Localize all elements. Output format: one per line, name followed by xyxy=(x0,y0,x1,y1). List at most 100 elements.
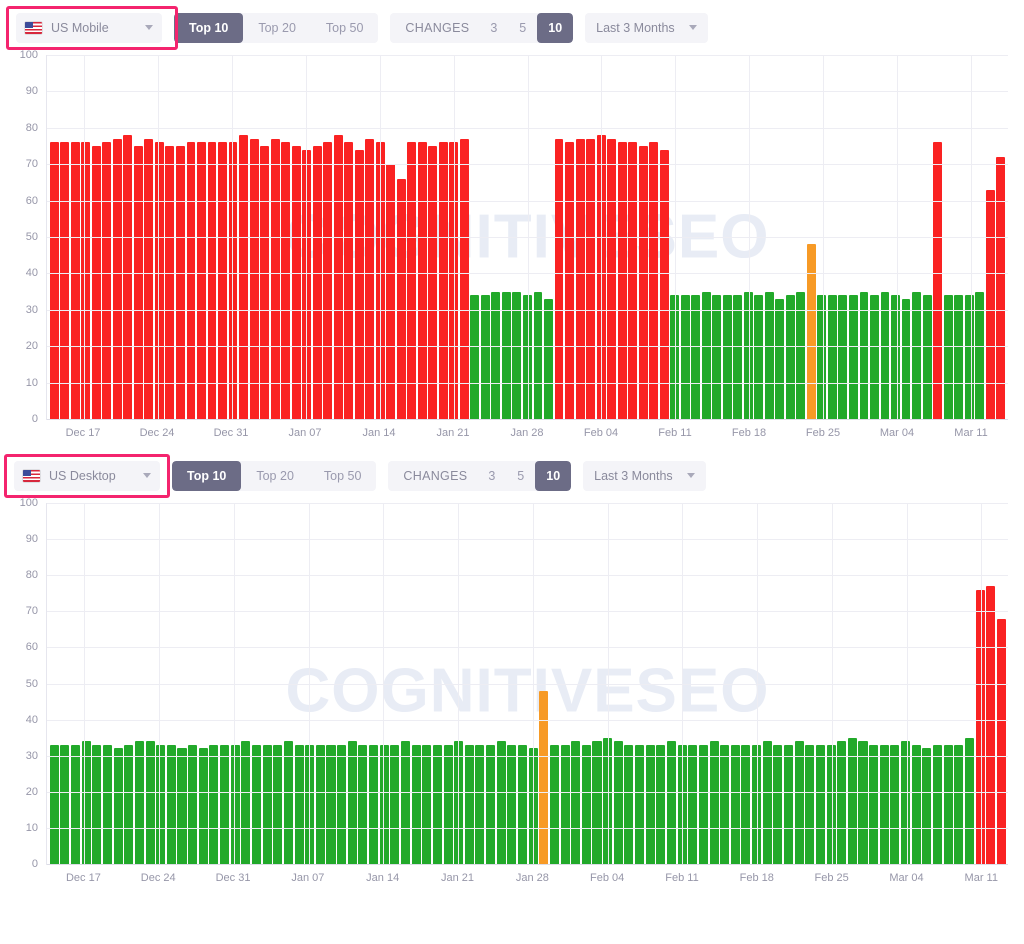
bar[interactable] xyxy=(81,741,91,864)
bar[interactable] xyxy=(688,744,698,864)
bar[interactable] xyxy=(407,142,417,419)
segment-changes-3[interactable]: 3 xyxy=(479,13,508,43)
bar[interactable] xyxy=(133,146,143,419)
bar[interactable] xyxy=(165,146,175,419)
bar[interactable] xyxy=(358,744,368,864)
bar[interactable] xyxy=(156,744,166,864)
bar[interactable] xyxy=(480,295,490,419)
bar[interactable] xyxy=(571,741,581,864)
bar[interactable] xyxy=(422,744,432,864)
bar[interactable] xyxy=(428,146,438,419)
bar[interactable] xyxy=(496,741,506,864)
bar[interactable] xyxy=(720,744,730,864)
bar[interactable] xyxy=(166,744,176,864)
bar[interactable] xyxy=(954,744,964,864)
bar[interactable] xyxy=(986,586,996,864)
bar[interactable] xyxy=(91,146,101,419)
bar[interactable] xyxy=(560,744,570,864)
bar[interactable] xyxy=(175,146,185,419)
bar[interactable] xyxy=(975,589,985,864)
bar[interactable] xyxy=(691,295,701,419)
bar[interactable] xyxy=(794,741,804,864)
bar[interactable] xyxy=(411,744,421,864)
bar[interactable] xyxy=(741,744,751,864)
bar[interactable] xyxy=(459,138,469,419)
bar[interactable] xyxy=(581,744,591,864)
bar[interactable] xyxy=(249,138,259,419)
bar[interactable] xyxy=(475,744,485,864)
bar[interactable] xyxy=(709,741,719,864)
bar[interactable] xyxy=(635,744,645,864)
bar[interactable] xyxy=(922,748,932,864)
segment-top-20[interactable]: Top 20 xyxy=(241,461,309,491)
bar[interactable] xyxy=(628,142,638,419)
bar[interactable] xyxy=(273,744,283,864)
bar[interactable] xyxy=(312,146,322,419)
bar[interactable] xyxy=(198,748,208,864)
bar[interactable] xyxy=(954,295,964,419)
bar[interactable] xyxy=(124,744,134,864)
bar[interactable] xyxy=(144,138,154,419)
bar[interactable] xyxy=(575,138,585,419)
bar[interactable] xyxy=(890,744,900,864)
bar[interactable] xyxy=(649,142,659,419)
bar[interactable] xyxy=(932,744,943,864)
bar[interactable] xyxy=(92,744,102,864)
date-range-selector[interactable]: Last 3 Months xyxy=(583,460,706,491)
bar[interactable] xyxy=(251,744,262,864)
bar[interactable] xyxy=(730,744,740,864)
bar[interactable] xyxy=(680,295,690,419)
bar[interactable] xyxy=(869,744,879,864)
bar[interactable] xyxy=(838,295,848,419)
bar[interactable] xyxy=(228,142,238,419)
bar[interactable] xyxy=(49,744,59,864)
bar[interactable] xyxy=(103,744,113,864)
bar[interactable] xyxy=(270,138,280,419)
bar[interactable] xyxy=(827,295,837,419)
segment-changes-10[interactable]: 10 xyxy=(535,460,572,491)
bar[interactable] xyxy=(848,295,858,419)
bar[interactable] xyxy=(113,748,123,864)
bar[interactable] xyxy=(805,744,815,864)
bar[interactable] xyxy=(607,138,617,419)
bar[interactable] xyxy=(638,146,648,419)
bar[interactable] xyxy=(291,146,301,419)
bar[interactable] xyxy=(438,142,448,419)
bar[interactable] xyxy=(933,142,943,419)
bar[interactable] xyxy=(177,748,187,864)
bar[interactable] xyxy=(60,744,70,864)
bar[interactable] xyxy=(443,744,453,864)
bar[interactable] xyxy=(837,741,847,864)
bar[interactable] xyxy=(486,744,496,864)
bar[interactable] xyxy=(870,295,879,419)
bar[interactable] xyxy=(470,295,480,419)
bar[interactable] xyxy=(283,741,293,864)
bar[interactable] xyxy=(858,741,868,864)
bar[interactable] xyxy=(294,744,304,864)
bar[interactable] xyxy=(733,295,743,419)
bar[interactable] xyxy=(354,149,364,419)
bar[interactable] xyxy=(996,156,1006,419)
bar[interactable] xyxy=(220,744,230,864)
bar[interactable] xyxy=(81,142,91,419)
segment-changes-10[interactable]: 10 xyxy=(537,12,574,43)
bar[interactable] xyxy=(624,744,634,864)
bar[interactable] xyxy=(123,135,133,419)
bar[interactable] xyxy=(549,744,559,864)
bar[interactable] xyxy=(186,142,196,419)
bar[interactable] xyxy=(333,135,343,419)
bar[interactable] xyxy=(400,741,410,864)
bar[interactable] xyxy=(112,138,122,419)
bar[interactable] xyxy=(241,741,251,864)
bar[interactable] xyxy=(544,298,553,419)
bar[interactable] xyxy=(230,744,240,864)
bar[interactable] xyxy=(891,295,900,419)
bar[interactable] xyxy=(712,295,722,419)
bar[interactable] xyxy=(209,744,219,864)
bar[interactable] xyxy=(386,164,396,419)
bar[interactable] xyxy=(432,744,442,864)
bar[interactable] xyxy=(964,295,974,419)
bar[interactable] xyxy=(722,295,732,419)
bar[interactable] xyxy=(666,741,676,864)
bar[interactable] xyxy=(985,189,995,419)
